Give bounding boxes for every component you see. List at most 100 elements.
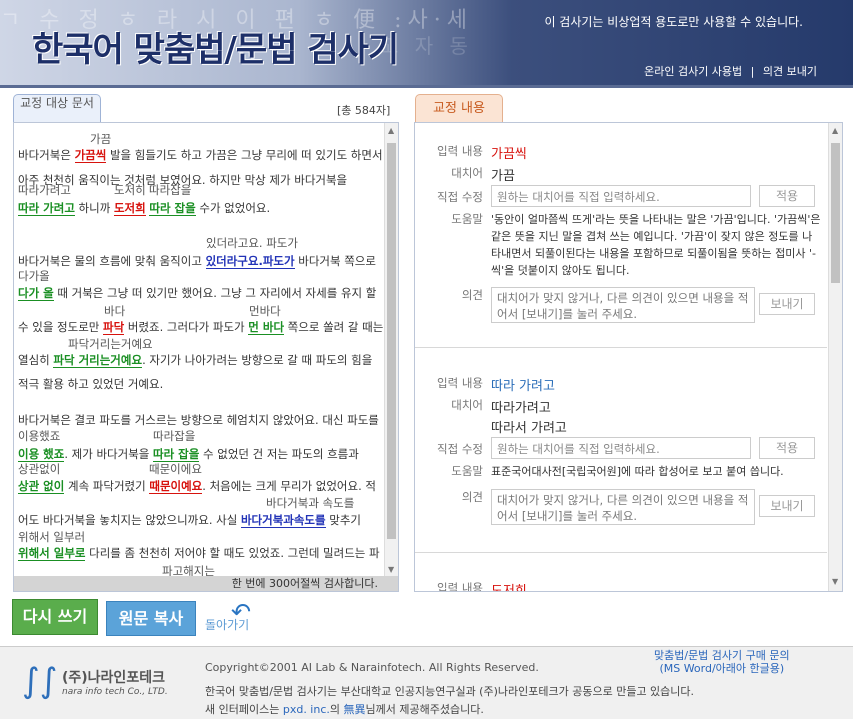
flagged-word[interactable]: 이용 했죠 — [18, 447, 65, 462]
flagged-word[interactable]: 위해서 일부로 — [18, 546, 86, 561]
word-limit-note: 한 번에 300어절씩 검사합니다. — [14, 576, 398, 591]
header-links: 온라인 검사기 사용법 | 의견 보내기 — [644, 63, 817, 79]
plain-text: 바다거북은 물의 흐름에 맞춰 움직이고 — [18, 254, 206, 268]
suggestion-hint: 따라잡을 — [153, 429, 196, 443]
send-button[interactable]: 보내기 — [759, 495, 815, 517]
flagged-word[interactable]: 도저희 — [113, 201, 146, 216]
input-label: 입력 내용 — [437, 581, 483, 592]
suggestion-hint: 바다 — [104, 304, 126, 318]
suggestion-hint: 파닥거리는거예요 — [68, 337, 153, 351]
flagged-word[interactable]: 따라 잡을 — [149, 201, 196, 216]
direct-edit-input[interactable]: 원하는 대치어를 직접 입력하세요. — [491, 185, 751, 207]
logo-subtitle: nara info tech Co., LTD. — [62, 687, 168, 697]
flagged-word[interactable]: 따라 잡을 — [153, 447, 200, 462]
plain-text: 어도 바다거북을 놓치지는 않았으니까요. 사실 — [18, 513, 241, 527]
purchase-inquiry-link[interactable]: 맞춤법/문법 검사기 구매 문의 (MS Word/아래아 한글용) — [654, 649, 790, 675]
rewrite-button[interactable]: 다시 쓰기 — [12, 599, 98, 635]
direct-edit-input[interactable]: 원하는 대치어를 직접 입력하세요. — [491, 437, 751, 459]
suggestion-hint: 다가올 — [18, 269, 50, 283]
purchase-line-2[interactable]: (MS Word/아래아 한글용) — [654, 662, 790, 675]
plain-text: 적극 활용 하고 있었던 거예요. — [18, 377, 164, 391]
suggestion-hint: 있더라고요. 파도가 — [206, 236, 298, 250]
document-scrollbar[interactable]: ▲ ▼ — [384, 123, 398, 578]
plain-text: 열심히 — [18, 353, 54, 367]
flagged-word[interactable]: 있더라구요.파도가 — [205, 254, 295, 269]
plain-text: 다리를 좀 천천히 저어야 할 때도 있었죠. 그런데 밀려드는 파 — [85, 546, 380, 560]
input-word: 가끔씩 — [491, 147, 527, 162]
corrections-scrollbar[interactable]: ▲ ▼ — [828, 123, 842, 591]
opinion-textarea[interactable]: 대치어가 맞지 않거나, 다른 의견이 있으면 내용을 적어서 [보내기]를 눌… — [491, 489, 755, 525]
plain-text: 수 없었던 건 저는 파도의 흐름과 — [199, 447, 359, 461]
document-line: 바다거북은 물의 흐름에 맞춰 움직이고 있더라구요.파도가 바다거북 쪽으로 — [18, 253, 376, 269]
scrollbar-thumb[interactable] — [831, 143, 840, 283]
scrollbar-thumb[interactable] — [387, 143, 396, 539]
document-panel: 가끔 따라가려고 도저히 따라잡을 있더라고요. 파도가 다가올 바다 먼바다 파닥거리는거예요… — [13, 122, 399, 592]
opinion-textarea[interactable]: 대치어가 맞지 않거나, 다른 의견이 있으면 내용을 적어서 [보내기]를 눌… — [491, 287, 755, 323]
replacement-option[interactable]: 따라가려고 — [491, 397, 551, 416]
tab-corrections[interactable]: 교정 내용 — [415, 94, 503, 122]
footer-credit: 한국어 맞춤법/문법 검사기는 부산대학교 인공지능연구실과 (주)나라인포테크… — [205, 685, 695, 698]
footer: ∫∫ (주)나라인포테크 nara info tech Co., LTD. Co… — [0, 646, 853, 719]
document-line: 수 있을 정도로만 파닥 버렸죠. 그러다가 파도가 먼 바다 쪽으로 쏠려 갈… — [18, 319, 383, 335]
document-line: 열심히 파닥 거리는거예요. 자기가 나아가려는 방향으로 갈 때 파도의 힘을 — [18, 352, 372, 368]
flagged-word[interactable]: 가끔씩 — [74, 148, 107, 163]
tab-target-document[interactable]: 교정 대상 문서 — [13, 94, 101, 122]
flagged-word[interactable]: 다가 올 — [18, 286, 54, 301]
link-separator: | — [750, 65, 755, 78]
app-title: 한국어 맞춤법/문법 검사기 — [32, 30, 399, 70]
document-line: 위해서 일부로 다리를 좀 천천히 저어야 할 때도 있었죠. 그런데 밀려드는… — [18, 545, 380, 561]
suggestion-hint: 때문이에요 — [149, 462, 202, 476]
replacement-label: 대치어 — [451, 166, 483, 180]
send-button[interactable]: 보내기 — [759, 293, 815, 315]
copy-original-button[interactable]: 원문 복사 — [106, 601, 196, 636]
feedback-link[interactable]: 의견 보내기 — [763, 65, 817, 78]
footer-interface-credit: 새 인터페이스는 pxd. inc.의 無異님께서 제공해주셨습니다. — [205, 701, 484, 717]
flagged-word[interactable]: 따라 가려고 — [18, 201, 75, 216]
suggestion-hint: 먼바다 — [249, 304, 281, 318]
flagged-word[interactable]: 때문이예요 — [149, 479, 203, 494]
company-logo: ∫∫ (주)나라인포테크 nara info tech Co., LTD. — [22, 661, 197, 705]
document-line: 어도 바다거북을 놓치지는 않았으니까요. 사실 바다거북과속도를 맞추기 — [18, 512, 361, 528]
plain-text: 버렸죠. 그러다가 파도가 — [124, 320, 249, 334]
document-line: 다가 올 때 거북은 그냥 떠 있기만 했어요. 그냥 그 자리에서 자세를 유… — [18, 285, 376, 301]
flagged-word[interactable]: 상관 없이 — [18, 479, 65, 494]
direct-edit-label: 직접 수정 — [437, 442, 483, 456]
logo-name: (주)나라인포테크 — [62, 670, 165, 686]
back-button[interactable]: ↶ 돌아가기 — [205, 598, 261, 632]
plain-text: . 자기가 나아가려는 방향으로 갈 때 파도의 힘을 — [142, 353, 373, 367]
opinion-label: 의견 — [461, 490, 483, 504]
plain-text: 바다거북은 — [18, 148, 75, 162]
plain-text: 수 있을 정도로만 — [18, 320, 104, 334]
apply-button[interactable]: 적용 — [759, 185, 815, 207]
flagged-word[interactable]: 파닥 거리는거예요 — [53, 353, 143, 368]
purchase-line-1[interactable]: 맞춤법/문법 검사기 구매 문의 — [654, 649, 790, 662]
correction-card: 입력 내용 가끔씩 대치어 가끔 직접 수정 원하는 대치어를 직접 입력하세요… — [415, 123, 827, 348]
apply-button[interactable]: 적용 — [759, 437, 815, 459]
usage-notice: 이 검사기는 비상업적 용도로만 사용할 수 있습니다. — [544, 15, 803, 29]
pxd-link[interactable]: pxd. inc. — [283, 703, 330, 716]
suggestion-hint: 위해서 일부러 — [18, 530, 86, 544]
scroll-up-arrow-icon[interactable]: ▲ — [388, 126, 394, 135]
flagged-word[interactable]: 바다거북과속도를 — [240, 513, 326, 528]
replacement-option[interactable]: 따라서 가려고 — [491, 417, 567, 436]
scroll-up-arrow-icon[interactable]: ▲ — [832, 126, 838, 135]
flagged-word[interactable]: 파닥 — [103, 320, 125, 335]
help-label: 도움말 — [451, 212, 483, 226]
document-line: 바다거북은 결코 파도를 거스르는 방향으로 헤엄치지 않았어요. 대신 파도를 — [18, 412, 379, 428]
replacement-option[interactable]: 가끔 — [491, 165, 515, 184]
scroll-down-arrow-icon[interactable]: ▼ — [832, 577, 838, 586]
plain-text: . 제가 바다거북을 — [64, 447, 154, 461]
input-word: 도저희 — [491, 584, 527, 592]
suggestion-hint: 가끔 — [90, 132, 112, 146]
scroll-down-arrow-icon[interactable]: ▼ — [388, 565, 394, 574]
copyright: Copyright©2001 AI Lab & Narainfotech. Al… — [205, 661, 539, 674]
flagged-word[interactable]: 먼 바다 — [248, 320, 285, 335]
plain-text: 계속 파닥거렸기 — [64, 479, 150, 493]
help-text: 표준국어대사전[국립국어원]에 따라 합성어로 보고 붙여 씁니다. — [491, 465, 784, 478]
replacement-label: 대치어 — [451, 398, 483, 412]
document-line: 따라 가려고 하니까 도저희 따라 잡을 수가 없었어요. — [18, 200, 270, 216]
correction-card: 입력 내용 도저희 — [415, 554, 827, 592]
logo-swoosh-icon: ∫∫ — [22, 661, 58, 701]
usage-guide-link[interactable]: 온라인 검사기 사용법 — [644, 65, 742, 78]
plain-text: 바다거북은 결코 파도를 거스르는 방향으로 헤엄치지 않았어요. 대신 파도를 — [18, 413, 379, 427]
